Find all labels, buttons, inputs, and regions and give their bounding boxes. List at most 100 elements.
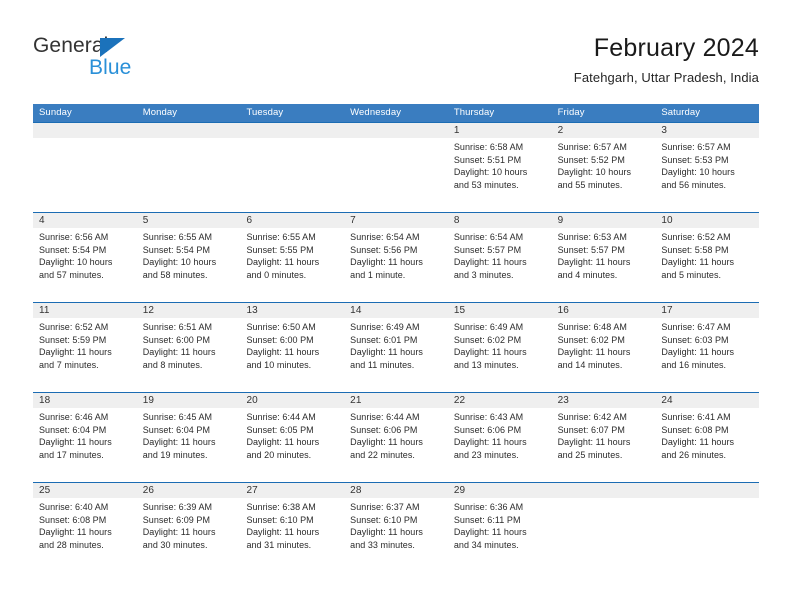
weekday-sunday: Sunday: [39, 107, 72, 118]
day-sun-info: Sunrise: 6:36 AM Sunset: 6:11 PM Daylight:…: [448, 498, 552, 551]
daylight-duration-line2: and 19 minutes.: [142, 449, 208, 460]
sunset-time: Sunset: 6:03 PM: [661, 334, 729, 345]
calendar-day-cell[interactable]: 24 Sunrise: 6:41 AM Sunset: 6:08 PM Dayligh…: [655, 393, 760, 482]
calendar-day-cell[interactable]: 25 Sunrise: 6:40 AM Sunset: 6:08 PM Dayligh…: [33, 483, 137, 572]
daylight-duration-line1: Daylight: 11 hours: [246, 347, 320, 358]
sunset-time: Sunset: 6:08 PM: [661, 424, 729, 435]
calendar-day-cell[interactable]: 15 Sunrise: 6:49 AM Sunset: 6:02 PM Dayligh…: [447, 303, 552, 392]
calendar-day-cell[interactable]: 2 Sunrise: 6:57 AM Sunset: 5:52 PM Daylight…: [551, 123, 656, 212]
calendar-day-cell[interactable]: 11 Sunrise: 6:52 AM Sunset: 5:59 PM Dayligh…: [33, 303, 137, 392]
sunrise-time: Sunrise: 6:58 AM: [453, 142, 524, 152]
daylight-duration-line2: and 58 minutes.: [142, 269, 208, 280]
day-sun-info: Sunrise: 6:46 AM Sunset: 6:04 PM Daylight:…: [33, 408, 137, 461]
daylight-duration-line2: and 7 minutes.: [39, 359, 99, 370]
daylight-duration-line2: and 30 minutes.: [142, 539, 208, 550]
sunset-time: Sunset: 6:06 PM: [453, 424, 522, 435]
daylight-duration-line2: and 23 minutes.: [453, 449, 519, 460]
calendar-day-cell[interactable]: 26 Sunrise: 6:39 AM Sunset: 6:09 PM Dayligh…: [136, 483, 241, 572]
day-sun-info: Sunrise: 6:55 AM Sunset: 5:55 PM Daylight:…: [240, 228, 344, 281]
calendar-day-cell[interactable]: 6 Sunrise: 6:55 AM Sunset: 5:55 PM Daylight…: [240, 213, 345, 302]
daylight-duration-line2: and 8 minutes.: [142, 359, 203, 370]
calendar-day-cell-empty: [344, 123, 448, 212]
day-number: 28: [344, 483, 448, 498]
daylight-duration-line1: Daylight: 11 hours: [142, 437, 216, 448]
calendar-day-cell[interactable]: 10 Sunrise: 6:52 AM Sunset: 5:58 PM Dayligh…: [655, 213, 760, 302]
sunset-time: Sunset: 5:56 PM: [350, 244, 418, 255]
daylight-duration-line2: and 16 minutes.: [661, 359, 727, 370]
weekday-friday: Friday: [557, 107, 585, 118]
day-number: 20: [240, 393, 345, 408]
daylight-duration-line1: Daylight: 11 hours: [350, 257, 423, 268]
daylight-duration-line1: Daylight: 11 hours: [142, 527, 216, 538]
sunrise-time: Sunrise: 6:55 AM: [246, 232, 316, 242]
calendar-day-cell[interactable]: 19 Sunrise: 6:45 AM Sunset: 6:04 PM Dayligh…: [136, 393, 241, 482]
calendar-day-cell[interactable]: 18 Sunrise: 6:46 AM Sunset: 6:04 PM Dayligh…: [33, 393, 137, 482]
day-sun-info: Sunrise: 6:54 AM Sunset: 5:57 PM Daylight:…: [448, 228, 552, 281]
day-number: 5: [136, 213, 241, 228]
day-number: [655, 483, 760, 498]
calendar-day-cell[interactable]: 21 Sunrise: 6:44 AM Sunset: 6:06 PM Dayligh…: [344, 393, 448, 482]
sunset-time: Sunset: 5:55 PM: [246, 244, 314, 255]
day-number: 13: [240, 303, 345, 318]
calendar-day-cell[interactable]: 8 Sunrise: 6:54 AM Sunset: 5:57 PM Daylight…: [447, 213, 552, 302]
sunset-time: Sunset: 6:05 PM: [246, 424, 314, 435]
daylight-duration-line1: Daylight: 11 hours: [246, 527, 320, 538]
calendar-day-cell[interactable]: 20 Sunrise: 6:44 AM Sunset: 6:05 PM Dayligh…: [240, 393, 345, 482]
calendar-day-cell[interactable]: 29 Sunrise: 6:36 AM Sunset: 6:11 PM Dayligh…: [447, 483, 552, 572]
daylight-duration-line2: and 5 minutes.: [661, 269, 722, 280]
page-header: General Blue February 2024 Fatehgarh, Ut…: [0, 0, 792, 100]
weekday-header-row: Sunday Monday Tuesday Wednesday Thursday…: [33, 104, 759, 122]
calendar-day-cell[interactable]: 3 Sunrise: 6:57 AM Sunset: 5:53 PM Daylight…: [655, 123, 760, 212]
calendar-day-cell-empty: [655, 483, 760, 572]
calendar-day-cell[interactable]: 9 Sunrise: 6:53 AM Sunset: 5:57 PM Daylight…: [551, 213, 656, 302]
calendar-day-cell[interactable]: 27 Sunrise: 6:38 AM Sunset: 6:10 PM Dayligh…: [240, 483, 345, 572]
sunset-time: Sunset: 6:06 PM: [350, 424, 418, 435]
calendar-day-cell[interactable]: 16 Sunrise: 6:48 AM Sunset: 6:02 PM Dayligh…: [551, 303, 656, 392]
daylight-duration-line1: Daylight: 10 hours: [557, 167, 632, 178]
calendar-day-cell[interactable]: 4 Sunrise: 6:56 AM Sunset: 5:54 PM Daylight…: [33, 213, 137, 302]
calendar-page: General Blue February 2024 Fatehgarh, Ut…: [0, 0, 792, 612]
day-sun-info: Sunrise: 6:42 AM Sunset: 6:07 PM Daylight:…: [552, 408, 656, 461]
daylight-duration-line2: and 17 minutes.: [39, 449, 104, 460]
sunset-time: Sunset: 6:04 PM: [142, 424, 211, 435]
daylight-duration-line2: and 25 minutes.: [557, 449, 623, 460]
day-sun-info: Sunrise: 6:45 AM Sunset: 6:04 PM Daylight:…: [137, 408, 241, 461]
day-number: 23: [551, 393, 656, 408]
daylight-duration-line2: and 13 minutes.: [453, 359, 519, 370]
daylight-duration-line1: Daylight: 11 hours: [661, 257, 735, 268]
day-number: [136, 123, 241, 138]
calendar-day-cell[interactable]: 7 Sunrise: 6:54 AM Sunset: 5:56 PM Daylight…: [344, 213, 448, 302]
day-number: 8: [447, 213, 552, 228]
sunrise-time: Sunrise: 6:46 AM: [39, 412, 109, 422]
sunrise-time: Sunrise: 6:38 AM: [246, 502, 316, 512]
sunset-time: Sunset: 6:09 PM: [142, 514, 211, 525]
day-sun-info: Sunrise: 6:43 AM Sunset: 6:06 PM Daylight:…: [448, 408, 552, 461]
calendar-day-cell[interactable]: 28 Sunrise: 6:37 AM Sunset: 6:10 PM Dayligh…: [344, 483, 448, 572]
day-sun-info: Sunrise: 6:44 AM Sunset: 6:06 PM Daylight:…: [344, 408, 448, 461]
day-sun-info: Sunrise: 6:57 AM Sunset: 5:53 PM Daylight:…: [655, 138, 759, 191]
calendar-week-row: 11 Sunrise: 6:52 AM Sunset: 5:59 PM Dayligh…: [33, 302, 760, 392]
sunset-time: Sunset: 5:57 PM: [453, 244, 522, 255]
calendar-day-cell-empty: [240, 123, 345, 212]
daylight-duration-line2: and 26 minutes.: [661, 449, 727, 460]
day-number: 11: [33, 303, 137, 318]
calendar-day-cell[interactable]: 1 Sunrise: 6:58 AM Sunset: 5:51 PM Daylight…: [447, 123, 552, 212]
daylight-duration-line1: Daylight: 11 hours: [39, 527, 112, 538]
calendar-day-cell[interactable]: 14 Sunrise: 6:49 AM Sunset: 6:01 PM Dayligh…: [344, 303, 448, 392]
daylight-duration-line2: and 1 minute.: [350, 269, 406, 280]
sunset-time: Sunset: 5:59 PM: [39, 334, 107, 345]
calendar-day-cell[interactable]: 12 Sunrise: 6:51 AM Sunset: 6:00 PM Dayligh…: [136, 303, 241, 392]
day-sun-info: Sunrise: 6:38 AM Sunset: 6:10 PM Daylight:…: [240, 498, 344, 551]
calendar-day-cell[interactable]: 23 Sunrise: 6:42 AM Sunset: 6:07 PM Dayligh…: [551, 393, 656, 482]
day-number: 14: [344, 303, 448, 318]
sunrise-time: Sunrise: 6:54 AM: [350, 232, 420, 242]
daylight-duration-line1: Daylight: 11 hours: [661, 437, 735, 448]
calendar-day-cell-empty: [551, 483, 656, 572]
calendar-day-cell[interactable]: 17 Sunrise: 6:47 AM Sunset: 6:03 PM Dayligh…: [655, 303, 760, 392]
general-blue-logo[interactable]: General Blue: [33, 34, 183, 86]
calendar-day-cell[interactable]: 13 Sunrise: 6:50 AM Sunset: 6:00 PM Dayligh…: [240, 303, 345, 392]
calendar-day-cell[interactable]: 22 Sunrise: 6:43 AM Sunset: 6:06 PM Dayligh…: [447, 393, 552, 482]
sunset-time: Sunset: 5:52 PM: [557, 154, 625, 165]
calendar-day-cell[interactable]: 5 Sunrise: 6:55 AM Sunset: 5:54 PM Daylight…: [136, 213, 241, 302]
sunset-time: Sunset: 5:53 PM: [661, 154, 729, 165]
